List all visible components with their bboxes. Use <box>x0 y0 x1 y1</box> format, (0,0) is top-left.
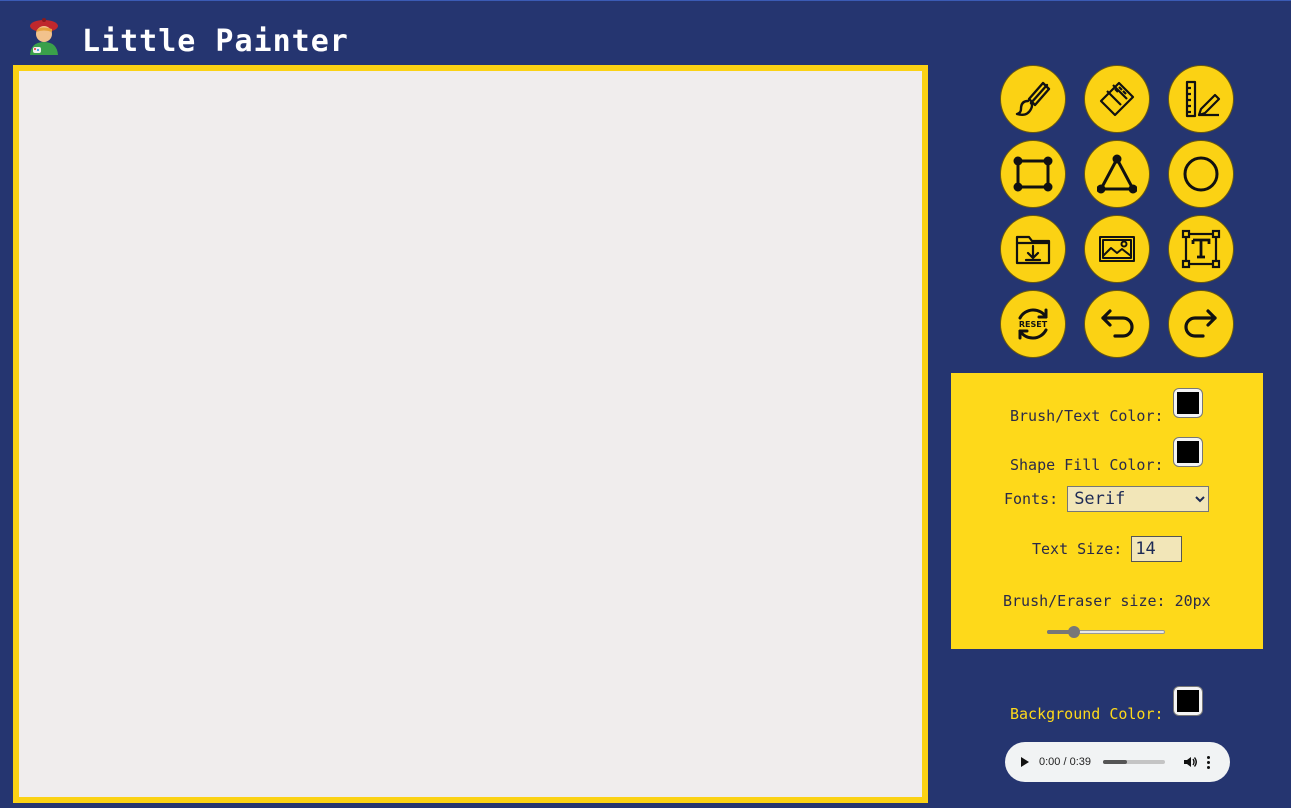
brush-size-row: Brush/Eraser size: 20px <box>1003 592 1211 610</box>
audio-player: 0:00 / 0:39 <box>1005 742 1230 782</box>
brush-size-slider[interactable] <box>1047 626 1165 638</box>
ruler-pencil-icon <box>1185 80 1221 118</box>
drawing-canvas[interactable] <box>19 71 922 797</box>
audio-progress-bar[interactable] <box>1103 760 1165 764</box>
audio-time: 0:00 / 0:39 <box>1039 756 1091 768</box>
redo-icon <box>1184 309 1217 338</box>
reset-icon: RESET <box>1018 308 1048 340</box>
text-size-label: Text Size: <box>1032 540 1123 558</box>
audio-progress-fill <box>1103 760 1127 764</box>
brush-size-label: Brush/Eraser size: 20px <box>1003 592 1211 610</box>
fonts-row: Fonts: Serif <box>1004 486 1210 512</box>
shape-fill-color-row: Shape Fill Color: <box>1010 430 1203 474</box>
text-size-row: Text Size: <box>1032 536 1183 562</box>
background-color-picker[interactable] <box>1172 686 1203 716</box>
canvas-frame <box>13 65 928 803</box>
painter-avatar-icon <box>26 17 62 55</box>
background-color-row: Background Color: <box>1010 679 1203 723</box>
brush-text-color-row: Brush/Text Color: <box>1010 381 1203 425</box>
background-color-label: Background Color: <box>1010 705 1164 723</box>
volume-icon[interactable] <box>1183 755 1197 769</box>
circle-tool-button[interactable] <box>1168 140 1234 208</box>
brush-text-color-label: Brush/Text Color: <box>1010 407 1164 425</box>
reset-text: RESET <box>1019 320 1048 329</box>
shape-fill-color-swatch <box>1176 441 1199 463</box>
rectangle-icon <box>1013 156 1053 192</box>
undo-icon <box>1101 309 1134 338</box>
slider-thumb[interactable] <box>1068 626 1081 638</box>
brush-text-color-picker[interactable] <box>1172 388 1203 418</box>
fonts-label: Fonts: <box>1004 490 1059 508</box>
circle-icon <box>1183 156 1219 192</box>
save-tool-button[interactable] <box>1000 215 1066 283</box>
settings-panel: Brush/Text Color: Shape Fill Color: Font… <box>951 373 1263 649</box>
save-folder-icon <box>1015 235 1051 265</box>
eraser-tool-button[interactable] <box>1084 65 1150 133</box>
background-color-swatch <box>1176 690 1199 712</box>
text-tool-button[interactable] <box>1168 215 1234 283</box>
reset-tool-button[interactable]: RESET <box>1000 290 1066 358</box>
undo-button[interactable] <box>1084 290 1150 358</box>
image-tool-button[interactable] <box>1084 215 1150 283</box>
eraser-icon <box>1099 81 1135 117</box>
app-title: Little Painter <box>82 23 349 59</box>
brush-text-color-swatch <box>1176 392 1199 414</box>
ruler-tool-button[interactable] <box>1168 65 1234 133</box>
text-box-icon <box>1181 229 1221 269</box>
shape-fill-color-label: Shape Fill Color: <box>1010 456 1164 474</box>
rectangle-tool-button[interactable] <box>1000 140 1066 208</box>
image-icon <box>1099 236 1135 262</box>
redo-button[interactable] <box>1168 290 1234 358</box>
font-select[interactable]: Serif <box>1067 486 1210 512</box>
brush-icon <box>1015 81 1051 117</box>
play-icon[interactable] <box>1021 757 1029 767</box>
brush-tool-button[interactable] <box>1000 65 1066 133</box>
text-size-input[interactable] <box>1131 536 1183 562</box>
shape-fill-color-picker[interactable] <box>1172 437 1203 467</box>
more-options-icon[interactable] <box>1207 755 1211 769</box>
triangle-icon <box>1097 154 1137 194</box>
app-header: Little Painter <box>26 13 349 59</box>
triangle-tool-button[interactable] <box>1084 140 1150 208</box>
